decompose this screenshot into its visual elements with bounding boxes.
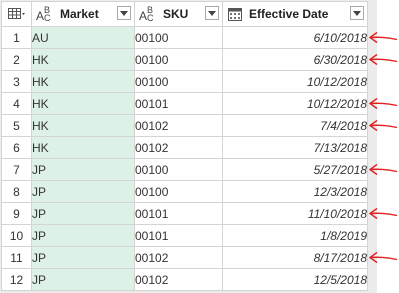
annotation-arrow-icon <box>368 119 398 132</box>
annotation-arrow-icon <box>368 53 398 66</box>
annotation-arrow-icon <box>368 251 398 264</box>
annotation-arrow-icon <box>368 31 398 44</box>
query-editor-preview: ABC Market ABC SKU Effective Date 1 AU 0… <box>0 0 399 293</box>
annotation-arrow-icon <box>368 163 398 176</box>
annotation-arrow-icon <box>368 207 398 220</box>
annotation-arrow-icon <box>368 97 398 110</box>
annotation-layer <box>368 31 398 264</box>
